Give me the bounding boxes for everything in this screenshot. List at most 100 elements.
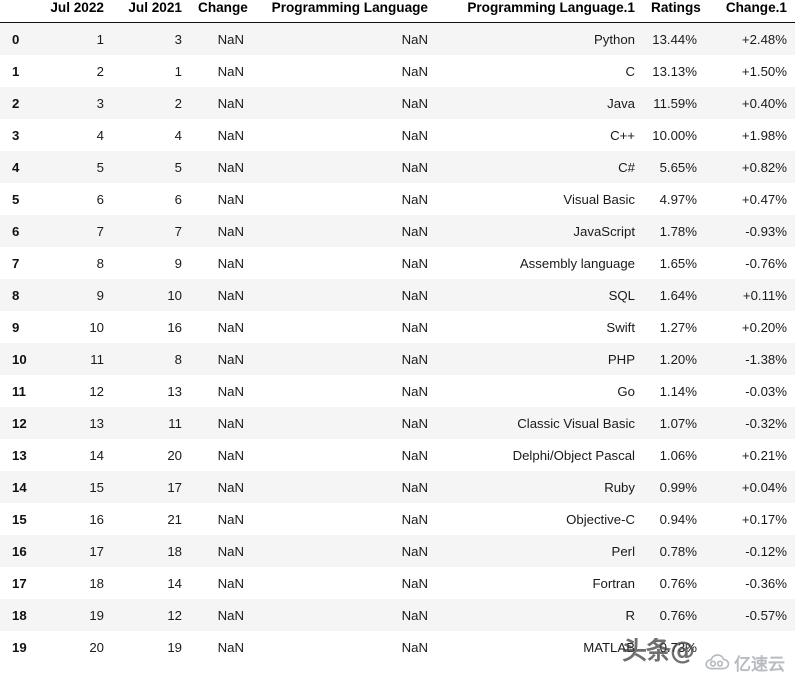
cell-change-1: +2.48% (741, 31, 787, 47)
table-row: 18 19 12 NaN NaN R 0.76% -0.57% (0, 599, 795, 631)
row-index-label: 15 (12, 511, 27, 527)
column-header-change-1[interactable]: Change.1 (705, 0, 795, 23)
cell-programming-language-1: Delphi/Object Pascal (512, 447, 635, 463)
table-row: 11 12 13 NaN NaN Go 1.14% -0.03% (0, 375, 795, 407)
row-index-label: 0 (12, 31, 20, 47)
cell-ratings: 1.06% (659, 447, 697, 463)
cell-jul-2022: 4 (96, 127, 104, 143)
cell-jul-2022: 8 (96, 255, 104, 271)
cell-programming-language-1: C (625, 63, 635, 79)
dataframe-table-viewport: Jul 2022 Jul 2021 Change Programming Lan… (0, 0, 795, 681)
column-header-ratings[interactable]: Ratings (643, 0, 705, 23)
cell-jul-2022: 17 (89, 543, 104, 559)
cell-programming-language-1: Swift (606, 319, 635, 335)
cell-programming-language: NaN (401, 159, 428, 175)
cell-programming-language-1: PHP (607, 351, 635, 367)
column-header-programming-language-1[interactable]: Programming Language.1 (436, 0, 643, 23)
table-row: 15 16 21 NaN NaN Objective-C 0.94% +0.17% (0, 503, 795, 535)
cell-jul-2021: 1 (174, 63, 182, 79)
cell-jul-2022: 20 (89, 639, 104, 655)
cell-jul-2021: 9 (174, 255, 182, 271)
cell-ratings: 1.20% (659, 351, 697, 367)
cell-change: NaN (217, 415, 244, 431)
row-index-label: 16 (12, 543, 27, 559)
cell-change-1 (705, 631, 795, 663)
cell-change-1: +0.11% (742, 287, 787, 303)
cell-change-1: +0.82% (741, 159, 787, 175)
cell-programming-language: NaN (401, 191, 428, 207)
cell-programming-language-1: Ruby (604, 479, 635, 495)
cell-programming-language: NaN (401, 415, 428, 431)
cell-jul-2022: 11 (90, 351, 104, 367)
cell-jul-2022: 1 (96, 31, 104, 47)
table-row: 6 7 7 NaN NaN JavaScript 1.78% -0.93% (0, 215, 795, 247)
column-header-jul-2021[interactable]: Jul 2021 (112, 0, 190, 23)
table-row: 7 8 9 NaN NaN Assembly language 1.65% -0.76% (0, 247, 795, 279)
cell-jul-2021: 10 (167, 287, 182, 303)
cell-programming-language-1: JavaScript (573, 223, 635, 239)
cell-change: NaN (217, 543, 244, 559)
cell-programming-language-1: Fortran (592, 575, 635, 591)
cell-programming-language-1: Objective-C (566, 511, 635, 527)
row-index-label: 19 (12, 639, 27, 655)
cell-programming-language: NaN (401, 607, 428, 623)
cell-change-1: +0.17% (741, 511, 787, 527)
row-index-label: 4 (12, 159, 20, 175)
column-header-jul-2022[interactable]: Jul 2022 (34, 0, 112, 23)
cell-programming-language: NaN (401, 255, 428, 271)
cell-jul-2022: 13 (89, 415, 104, 431)
cell-change: NaN (217, 223, 244, 239)
cell-programming-language-1: Go (617, 383, 635, 399)
cell-change: NaN (217, 255, 244, 271)
cell-jul-2021: 14 (167, 575, 182, 591)
cell-change: NaN (217, 319, 244, 335)
column-header-programming-language[interactable]: Programming Language (252, 0, 436, 23)
row-index-label: 9 (12, 319, 20, 335)
cell-change-1: +1.98% (741, 127, 787, 143)
cell-jul-2021: 6 (174, 191, 182, 207)
cell-jul-2021: 2 (174, 95, 182, 111)
cell-jul-2022: 7 (96, 223, 104, 239)
row-index-label: 5 (12, 191, 20, 207)
table-header: Jul 2022 Jul 2021 Change Programming Lan… (0, 0, 795, 23)
cell-ratings: 0.76% (659, 607, 697, 623)
cell-jul-2021: 4 (174, 127, 182, 143)
cell-jul-2022: 10 (89, 319, 104, 335)
cell-programming-language: NaN (401, 351, 428, 367)
cell-ratings: 1.64% (659, 287, 697, 303)
row-index-label: 18 (12, 607, 27, 623)
cell-jul-2021: 5 (174, 159, 182, 175)
row-index-label: 3 (12, 127, 20, 143)
cell-ratings: 13.13% (652, 63, 697, 79)
cell-programming-language: NaN (401, 223, 428, 239)
cell-jul-2021: 3 (174, 31, 182, 47)
cell-ratings: 10.00% (652, 127, 697, 143)
table-row: 19 20 19 NaN NaN MATLAB 0.73% (0, 631, 795, 663)
cell-programming-language-1: Java (607, 95, 635, 111)
row-index-label: 6 (12, 223, 20, 239)
cell-jul-2021: 16 (167, 319, 182, 335)
table-row: 9 10 16 NaN NaN Swift 1.27% +0.20% (0, 311, 795, 343)
cell-change-1: -0.93% (745, 223, 787, 239)
cell-change: NaN (217, 383, 244, 399)
cell-change: NaN (217, 447, 244, 463)
cell-change: NaN (217, 607, 244, 623)
cell-change: NaN (217, 31, 244, 47)
cell-jul-2022: 16 (89, 511, 104, 527)
row-index-label: 17 (12, 575, 27, 591)
table-row: 17 18 14 NaN NaN Fortran 0.76% -0.36% (0, 567, 795, 599)
cell-change: NaN (217, 479, 244, 495)
cell-programming-language: NaN (401, 639, 428, 655)
column-header-index[interactable] (0, 0, 34, 23)
column-header-change[interactable]: Change (190, 0, 252, 23)
cell-change: NaN (217, 575, 244, 591)
cell-programming-language-1: Python (593, 31, 635, 47)
cell-programming-language: NaN (401, 447, 428, 463)
cell-jul-2021: 13 (167, 383, 182, 399)
cell-change-1: -0.57% (745, 607, 787, 623)
dataframe-table: Jul 2022 Jul 2021 Change Programming Lan… (0, 0, 795, 663)
cell-jul-2021: 20 (167, 447, 182, 463)
cell-programming-language: NaN (401, 95, 428, 111)
table-row: 5 6 6 NaN NaN Visual Basic 4.97% +0.47% (0, 183, 795, 215)
cell-programming-language: NaN (401, 127, 428, 143)
